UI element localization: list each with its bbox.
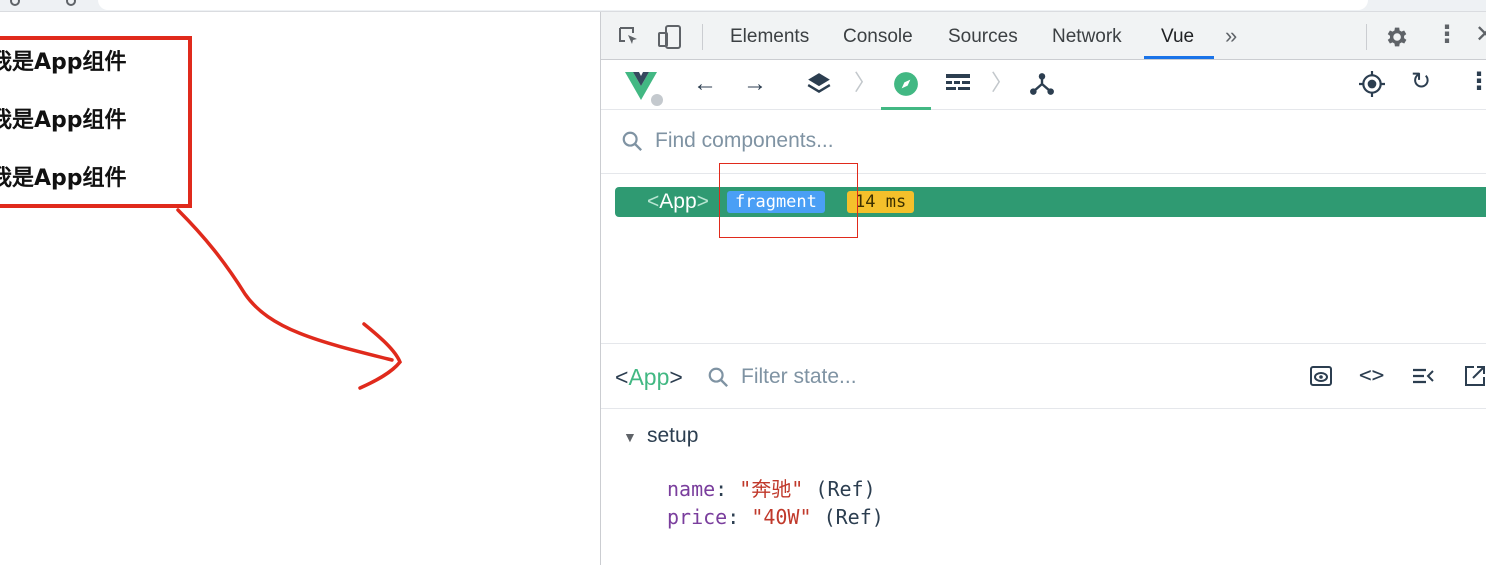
tab-sources[interactable]: Sources: [948, 26, 1018, 48]
refresh-icon[interactable]: ↻: [1411, 70, 1431, 94]
chevron-right-icon: 〉: [991, 70, 1014, 95]
devtools-panel: Elements Console Sources Network Vue » ⋮…: [600, 12, 1486, 565]
setup-section-label[interactable]: setup: [647, 424, 698, 448]
state-key: price: [667, 505, 728, 529]
annotation-box: [0, 36, 192, 208]
state-type: (Ref): [815, 477, 876, 501]
eye-icon[interactable]: [1309, 364, 1333, 392]
vue-logo-icon: [623, 68, 667, 113]
active-tab-indicator: [1144, 56, 1214, 59]
render-code-icon[interactable]: [1411, 364, 1435, 392]
double-chevron-right-icon[interactable]: »: [1225, 25, 1237, 47]
state-inspector: ▼ setup name: "奔驰" (Ref) price: "40W" (R…: [601, 409, 1486, 565]
code-icon[interactable]: <>: [1359, 365, 1384, 386]
reload-icon[interactable]: [66, 0, 76, 6]
back-icon[interactable]: [10, 0, 20, 6]
timeline-icon[interactable]: [945, 72, 971, 101]
page-viewport: 我是App组件 我是App组件 我是App组件: [0, 12, 600, 565]
state-key: name: [667, 477, 716, 501]
device-toggle-icon[interactable]: [657, 24, 683, 54]
close-icon[interactable]: ✕: [1475, 23, 1486, 47]
gear-icon[interactable]: [1383, 24, 1409, 54]
compass-icon[interactable]: [893, 71, 919, 102]
routes-icon[interactable]: [1029, 71, 1055, 102]
target-select-icon[interactable]: [1359, 71, 1385, 102]
filter-state-input[interactable]: [741, 362, 1241, 392]
inspect-element-icon[interactable]: [617, 25, 641, 53]
search-input[interactable]: [655, 126, 1355, 156]
arrow-right-icon[interactable]: →: [743, 72, 767, 96]
state-type: (Ref): [823, 505, 884, 529]
tab-console[interactable]: Console: [843, 26, 913, 48]
state-row[interactable]: name: "奔驰" (Ref): [667, 473, 876, 502]
arrow-left-icon[interactable]: ←: [693, 72, 717, 96]
caret-down-icon[interactable]: ▼: [623, 429, 637, 445]
annotation-highlight-box: [719, 163, 858, 238]
inspector-header: <App> <>: [601, 343, 1486, 409]
more-vertical-icon[interactable]: ⋮: [1467, 70, 1486, 94]
open-in-editor-icon[interactable]: [1463, 364, 1486, 392]
more-vertical-icon[interactable]: ⋮: [1435, 23, 1459, 47]
state-value[interactable]: "奔驰": [739, 477, 803, 501]
state-value[interactable]: "40W": [751, 505, 811, 529]
address-bar[interactable]: [98, 0, 1368, 10]
state-row[interactable]: price: "40W" (Ref): [667, 505, 884, 529]
chevron-right-icon: 〉: [854, 70, 877, 95]
selected-component-name: <App>: [615, 364, 683, 390]
tab-elements[interactable]: Elements: [730, 26, 809, 48]
tab-vue[interactable]: Vue: [1161, 26, 1194, 48]
search-icon: [621, 130, 643, 157]
vue-toolbar: ← → 〉 〉 ↻ ⋮: [601, 60, 1486, 110]
tree-component-name: <App>: [647, 190, 709, 213]
tab-network[interactable]: Network: [1052, 26, 1122, 48]
browser-chrome: [0, 0, 1486, 12]
layers-icon[interactable]: [806, 71, 832, 102]
search-icon: [707, 366, 729, 393]
devtools-tab-bar: Elements Console Sources Network Vue » ⋮…: [601, 12, 1486, 60]
